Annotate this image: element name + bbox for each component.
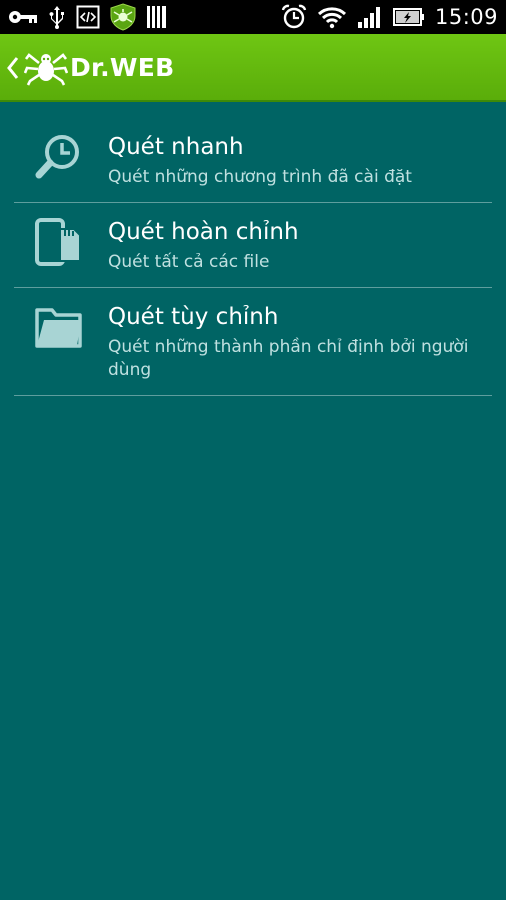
- wifi-icon: [317, 7, 346, 29]
- drweb-shield-icon: [110, 3, 136, 31]
- chevron-left-icon[interactable]: [6, 56, 20, 80]
- usb-icon: [49, 6, 64, 29]
- app-bar: Dr.WEB: [0, 34, 506, 102]
- scan-option-quick[interactable]: Quét nhanh Quét những chương trình đã cà…: [14, 118, 492, 203]
- scan-option-title: Quét tùy chỉnh: [108, 304, 279, 330]
- clock: 15:09: [434, 5, 498, 29]
- scan-option-subtitle: Quét những chương trình đã cài đặt: [108, 167, 412, 187]
- battery-charging-icon: [392, 8, 424, 26]
- alarm-icon: [281, 4, 307, 29]
- scan-option-full[interactable]: Quét hoàn chỉnh Quét tất cả các file: [14, 203, 492, 288]
- scan-options-list: Quét nhanh Quét những chương trình đã cà…: [0, 118, 506, 396]
- scan-option-custom[interactable]: Quét tùy chỉnh Quét những thành phần chỉ…: [14, 288, 492, 396]
- scan-option-subtitle: Quét những thành phần chỉ định bởi người…: [108, 337, 469, 380]
- signal-icon: [357, 7, 380, 28]
- scan-option-subtitle: Quét tất cả các file: [108, 252, 270, 272]
- status-bar-system: 15:09: [281, 0, 498, 34]
- drweb-spider-logo[interactable]: [24, 49, 68, 87]
- status-bar: 15:09: [0, 0, 506, 34]
- scan-option-title: Quét nhanh: [108, 134, 244, 160]
- scan-option-title: Quét hoàn chỉnh: [108, 219, 299, 245]
- barcode-icon: [147, 6, 166, 28]
- code-icon: [76, 5, 100, 29]
- key-icon: [9, 11, 37, 23]
- status-bar-notifications: [8, 0, 168, 34]
- clock-search-icon: [35, 135, 79, 179]
- phone-sdcard-icon: [35, 218, 81, 266]
- folder-icon: [35, 308, 82, 348]
- app-title[interactable]: Dr.WEB: [70, 50, 175, 86]
